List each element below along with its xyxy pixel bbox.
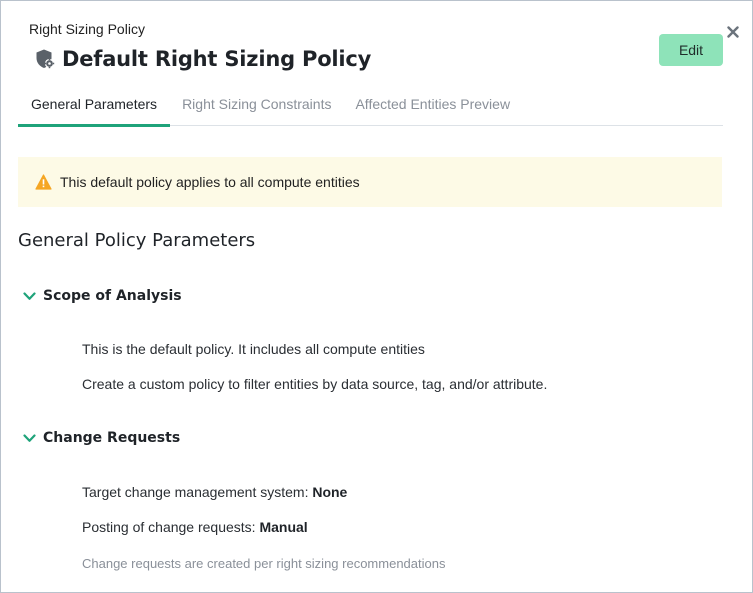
section-title: General Policy Parameters [18, 230, 256, 251]
scope-of-analysis-toggle[interactable]: Scope of Analysis [23, 288, 182, 304]
notice-text: This default policy applies to all compu… [60, 174, 360, 190]
scope-of-analysis-title: Scope of Analysis [43, 288, 182, 304]
close-icon [727, 26, 739, 38]
change-requests-toggle[interactable]: Change Requests [23, 430, 180, 446]
target-system-line: Target change management system: None [82, 484, 347, 500]
scope-line-default: This is the default policy. It includes … [82, 341, 425, 357]
posting-label: Posting of change requests: [82, 519, 260, 535]
page-title: Default Right Sizing Policy [62, 47, 372, 71]
chevron-down-icon [23, 433, 36, 443]
tab-general-parameters[interactable]: General Parameters [18, 81, 171, 127]
change-requests-title: Change Requests [43, 430, 181, 446]
target-system-label: Target change management system: [82, 484, 313, 500]
tab-right-sizing-constraints[interactable]: Right Sizing Constraints [170, 81, 343, 126]
breadcrumb: Right Sizing Policy [29, 21, 145, 37]
chevron-down-icon [23, 291, 36, 301]
target-system-value: None [312, 484, 348, 500]
policy-panel: Right Sizing Policy Default Right Sizing… [0, 0, 753, 593]
warning-icon [35, 174, 52, 190]
posting-line: Posting of change requests: Manual [82, 519, 308, 535]
default-policy-notice: This default policy applies to all compu… [18, 157, 722, 207]
scope-line-custom: Create a custom policy to filter entitie… [82, 376, 548, 392]
edit-button[interactable]: Edit [659, 34, 723, 66]
change-requests-note: Change requests are created per right si… [82, 556, 446, 571]
close-button[interactable] [724, 23, 742, 41]
title-row: Default Right Sizing Policy [34, 47, 371, 71]
tab-bar: General Parameters Right Sizing Constrai… [18, 81, 723, 127]
tab-affected-entities-preview[interactable]: Affected Entities Preview [343, 81, 522, 126]
posting-value: Manual [259, 519, 308, 535]
shield-gear-icon [34, 48, 56, 70]
